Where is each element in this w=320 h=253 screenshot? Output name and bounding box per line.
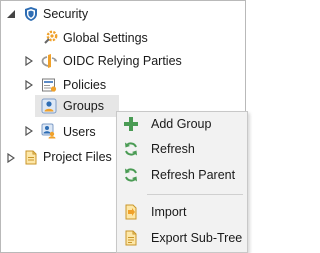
shield-icon <box>23 6 39 22</box>
openid-icon <box>41 53 58 69</box>
context-menu: Add Group Refresh Refresh Parent Import … <box>116 111 248 253</box>
menu-item-add-group[interactable]: Add Group <box>117 112 247 136</box>
group-icon <box>41 98 57 114</box>
expand-arrow-icon[interactable] <box>23 79 35 91</box>
refresh-parent-icon <box>123 167 139 183</box>
refresh-icon <box>123 141 139 157</box>
tree-item-oidc-relying-parties[interactable]: OIDC Relying Parties <box>63 50 182 72</box>
menu-item-import[interactable]: Import <box>117 200 247 224</box>
tree-item-global-settings[interactable]: Global Settings <box>63 27 148 49</box>
tree-item-project-files[interactable]: Project Files <box>43 146 112 168</box>
menu-item-label: Import <box>151 205 187 219</box>
tree-panel: Security Global Settings OIDC Relying Pa… <box>0 0 248 253</box>
menu-item-refresh[interactable]: Refresh <box>117 137 247 161</box>
expand-arrow-icon[interactable] <box>5 152 17 164</box>
menu-item-label: Refresh <box>151 142 195 156</box>
menu-separator <box>147 194 243 195</box>
menu-item-export-sub-tree[interactable]: Export Sub-Tree <box>117 226 247 250</box>
policy-icon <box>41 77 57 93</box>
tree-item-groups[interactable]: Groups <box>63 95 104 117</box>
collapse-arrow-icon[interactable] <box>5 8 17 20</box>
expand-arrow-icon[interactable] <box>23 125 35 137</box>
menu-item-refresh-parent[interactable]: Refresh Parent <box>117 163 247 187</box>
tree-item-security[interactable]: Security <box>43 3 88 25</box>
users-icon <box>41 123 57 139</box>
import-icon <box>123 204 139 220</box>
project-files-icon <box>23 149 39 165</box>
export-icon <box>123 230 139 246</box>
tree-item-users[interactable]: Users <box>63 121 96 143</box>
expand-arrow-icon[interactable] <box>23 55 35 67</box>
plus-icon <box>123 116 139 132</box>
tree-item-policies[interactable]: Policies <box>63 74 106 96</box>
menu-item-label: Add Group <box>151 117 212 131</box>
gear-icon <box>43 29 59 45</box>
menu-item-label: Export Sub-Tree <box>151 231 243 245</box>
menu-item-label: Refresh Parent <box>151 168 236 182</box>
